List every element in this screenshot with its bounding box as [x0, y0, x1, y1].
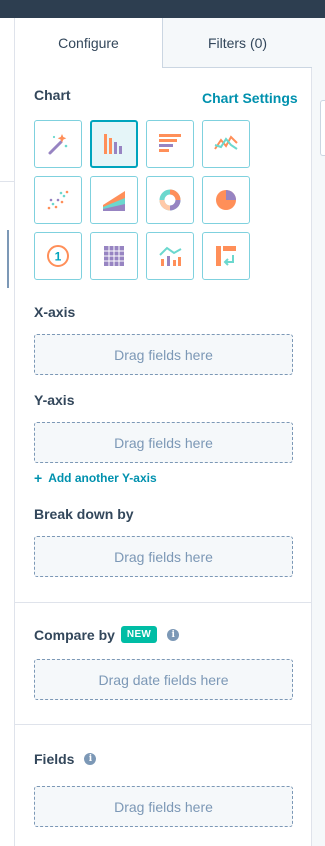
top-bar [0, 0, 325, 18]
section-divider [15, 724, 312, 725]
vertical-bar-chart-icon [104, 134, 122, 154]
compare-label: Compare by [34, 626, 115, 643]
compare-placeholder: Drag date fields here [98, 671, 229, 688]
add-y-axis-label: Add another Y-axis [48, 471, 157, 485]
compare-label-row: Compare by NEW i [34, 626, 180, 643]
breakdown-placeholder: Drag fields here [114, 548, 213, 565]
horizontal-bar-chart-icon [159, 134, 181, 152]
chart-type-table[interactable] [90, 232, 138, 280]
chart-type-vertical-bar[interactable] [90, 120, 138, 168]
chart-type-donut[interactable] [146, 176, 194, 224]
fields-label: Fields [34, 751, 75, 767]
y-axis-drop-zone[interactable]: Drag fields here [34, 422, 293, 463]
chart-section-title: Chart [34, 87, 71, 103]
y-axis-label: Y-axis [34, 392, 75, 408]
chart-type-line[interactable] [202, 120, 250, 168]
chart-settings-link[interactable]: Chart Settings [202, 90, 298, 106]
single-value-icon: 1 [47, 245, 69, 267]
chart-type-pie[interactable] [202, 176, 250, 224]
info-icon[interactable]: i [167, 628, 180, 641]
canvas-divider [0, 181, 14, 182]
add-y-axis-link[interactable]: + Add another Y-axis [34, 470, 157, 486]
y-axis-placeholder: Drag fields here [114, 434, 213, 451]
combo-chart-icon [159, 246, 182, 266]
section-divider [15, 602, 312, 603]
x-axis-label: X-axis [34, 304, 76, 320]
line-chart-icon [214, 135, 238, 150]
plus-icon: + [34, 470, 43, 486]
x-axis-drop-zone[interactable]: Drag fields here [34, 334, 293, 375]
single-value-number: 1 [55, 250, 62, 264]
resize-handle[interactable] [7, 230, 9, 288]
configure-panel: Configure Filters (0) Chart Chart Settin… [14, 18, 312, 846]
area-chart-icon [103, 191, 125, 211]
tab-configure[interactable]: Configure [15, 18, 163, 68]
breakdown-drop-zone[interactable]: Drag fields here [34, 536, 293, 577]
chart-type-pivot[interactable] [202, 232, 250, 280]
x-axis-placeholder: Drag fields here [114, 346, 213, 363]
collapsed-panel-tab[interactable] [320, 100, 325, 156]
fields-label-row: Fields i [34, 751, 97, 767]
chart-type-scatter[interactable] [34, 176, 82, 224]
table-icon [104, 246, 124, 266]
chart-type-area[interactable] [90, 176, 138, 224]
left-canvas-edge [0, 18, 14, 846]
magic-wand-icon [48, 134, 68, 155]
tab-filters[interactable]: Filters (0) [163, 18, 312, 68]
donut-chart-icon [159, 189, 181, 211]
scatter-chart-icon [47, 190, 69, 210]
right-canvas-edge [312, 18, 325, 846]
chart-type-horizontal-bar[interactable] [146, 120, 194, 168]
pie-chart-icon [216, 190, 236, 210]
fields-placeholder: Drag fields here [114, 798, 213, 815]
chart-type-magic[interactable] [34, 120, 82, 168]
chart-type-combo[interactable] [146, 232, 194, 280]
chart-type-single-value[interactable]: 1 [34, 232, 82, 280]
panel-tabs: Configure Filters (0) [15, 18, 312, 68]
info-icon[interactable]: i [84, 753, 97, 765]
breakdown-label: Break down by [34, 506, 134, 522]
compare-drop-zone[interactable]: Drag date fields here [34, 659, 293, 700]
fields-drop-zone[interactable]: Drag fields here [34, 786, 293, 827]
pivot-table-icon [216, 246, 236, 266]
new-badge: NEW [120, 626, 158, 643]
